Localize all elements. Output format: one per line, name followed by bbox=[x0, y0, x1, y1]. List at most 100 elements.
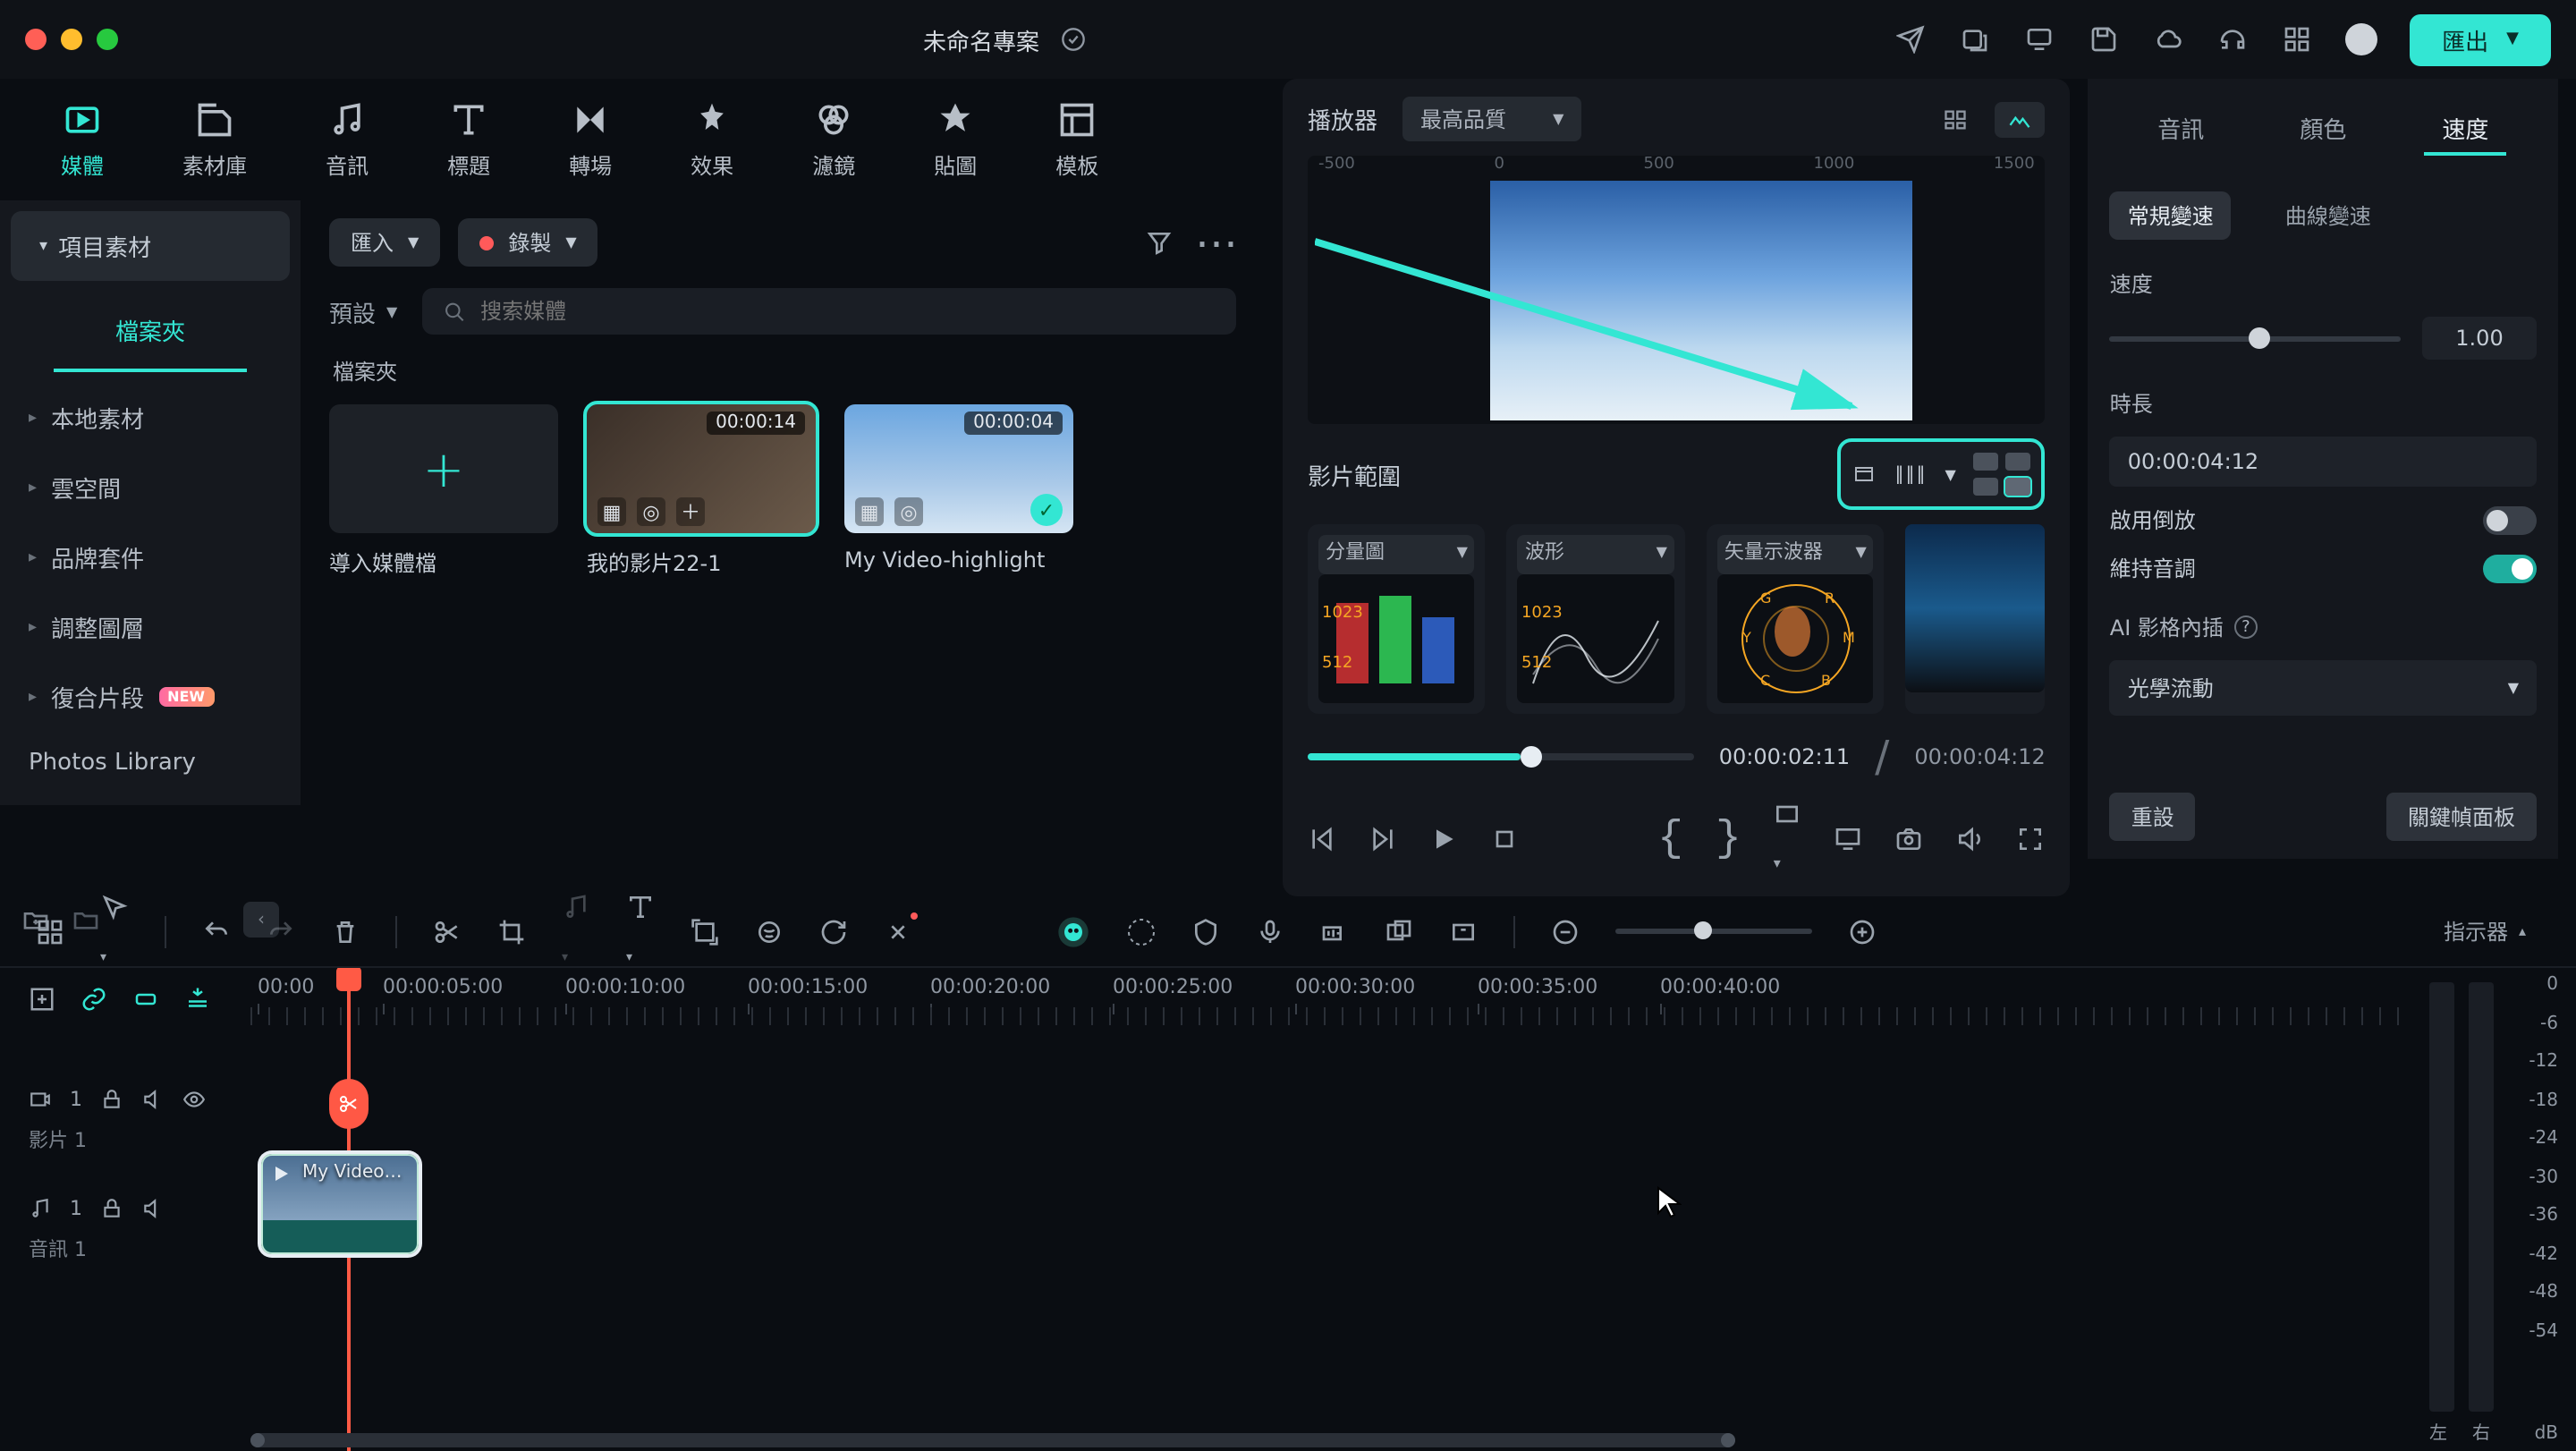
text-tool-icon[interactable]: ▾ bbox=[626, 892, 655, 971]
mask-tool-icon[interactable] bbox=[755, 917, 784, 946]
tab-media[interactable]: 媒體 bbox=[61, 99, 104, 180]
tile-clip-1[interactable]: 00:00:14 ▦◎＋ 我的影片22-1 bbox=[587, 404, 816, 578]
zoom-out-icon[interactable] bbox=[1551, 917, 1580, 946]
music-tool-icon[interactable]: ▾ bbox=[562, 892, 590, 971]
add-icon[interactable]: ＋ bbox=[676, 497, 705, 526]
lock-track-icon[interactable] bbox=[100, 1088, 123, 1111]
tab-template[interactable]: 模板 bbox=[1055, 99, 1098, 180]
zoom-slider[interactable] bbox=[1615, 929, 1812, 934]
ai-interp-select[interactable]: 光學流動▼ bbox=[2110, 660, 2537, 716]
maximize-window[interactable] bbox=[97, 29, 118, 50]
sidebar-item-brand[interactable]: ▸品牌套件 bbox=[0, 522, 301, 592]
tab-title[interactable]: 標題 bbox=[447, 99, 490, 180]
subtab-normal-speed[interactable]: 常規變速 bbox=[2110, 191, 2232, 240]
reverse-switch[interactable] bbox=[2483, 505, 2537, 534]
scope-extra[interactable] bbox=[1906, 524, 2046, 714]
volume-icon[interactable] bbox=[1956, 825, 1985, 853]
shield-icon[interactable] bbox=[1191, 917, 1220, 946]
sidebar-item-adjustment[interactable]: ▸調整圖層 bbox=[0, 592, 301, 662]
mute-audio-icon[interactable] bbox=[141, 1197, 165, 1220]
rotate-tool-icon[interactable] bbox=[819, 917, 848, 946]
scope-parade[interactable]: 分量圖▼ 1023512 bbox=[1308, 524, 1486, 714]
sidebar-item-cloud[interactable]: ▸雲空間 bbox=[0, 453, 301, 522]
visibility-icon[interactable] bbox=[182, 1088, 206, 1111]
timeline-scrollbar[interactable] bbox=[250, 1433, 2082, 1447]
reset-button[interactable]: 重設 bbox=[2110, 793, 2196, 841]
fullscreen-icon[interactable] bbox=[2017, 825, 2046, 853]
tile-import[interactable]: + 導入媒體檔 bbox=[329, 404, 558, 578]
sidebar-project-material[interactable]: ▾項目素材 bbox=[11, 211, 290, 281]
sidebar-item-photos[interactable]: Photos Library bbox=[0, 732, 301, 794]
close-window[interactable] bbox=[25, 29, 47, 50]
apps-icon[interactable] bbox=[2281, 23, 2313, 55]
save-icon[interactable] bbox=[2088, 23, 2120, 55]
duration-field[interactable]: 00:00:04:12 bbox=[2110, 437, 2537, 487]
sidebar-tab-folder[interactable]: 檔案夾 bbox=[54, 292, 247, 372]
scopes-toggle-icon[interactable] bbox=[1996, 101, 2046, 137]
tab-effect[interactable]: 效果 bbox=[691, 99, 733, 180]
nest-icon[interactable] bbox=[1385, 917, 1413, 946]
tab-sticker[interactable]: 貼圖 bbox=[934, 99, 977, 180]
inspector-tab-color[interactable]: 顏色 bbox=[2282, 104, 2364, 156]
tab-audio[interactable]: 音訊 bbox=[326, 99, 369, 180]
layout-1[interactable] bbox=[1974, 453, 1999, 471]
mark-out-icon[interactable]: } bbox=[1716, 815, 1741, 863]
link-icon[interactable] bbox=[80, 986, 107, 1013]
inspector-tab-speed[interactable]: 速度 bbox=[2424, 104, 2506, 156]
keyframe-panel-button[interactable]: 關鍵幀面板 bbox=[2386, 793, 2537, 841]
aspect-icon[interactable] bbox=[1449, 917, 1478, 946]
record-dropdown[interactable]: 錄製▼ bbox=[458, 218, 597, 267]
unlink-icon[interactable] bbox=[132, 986, 159, 1013]
filter-icon[interactable] bbox=[1140, 223, 1179, 262]
quality-dropdown[interactable]: 最高品質▼ bbox=[1402, 97, 1581, 141]
preview-viewport[interactable]: -500050010001500 bbox=[1308, 156, 2046, 424]
color-wheel-icon[interactable] bbox=[1127, 917, 1156, 946]
snapshot-icon[interactable] bbox=[1895, 825, 1924, 853]
layout-2[interactable] bbox=[2006, 453, 2031, 471]
inspector-tab-audio[interactable]: 音訊 bbox=[2140, 104, 2222, 156]
delete-icon[interactable] bbox=[331, 917, 360, 946]
crop-icon[interactable] bbox=[497, 917, 526, 946]
import-dropdown[interactable]: 匯入▼ bbox=[329, 218, 440, 267]
split-icon[interactable] bbox=[433, 917, 462, 946]
seek-slider[interactable] bbox=[1308, 753, 1694, 760]
timeline-clip[interactable]: My Video… bbox=[261, 1154, 419, 1254]
more-icon[interactable]: ⋯ bbox=[1197, 223, 1236, 262]
prev-frame-icon[interactable] bbox=[1308, 825, 1336, 853]
scope-vectorscope[interactable]: 矢量示波器▼ RMBCYG bbox=[1707, 524, 1885, 714]
layout-3[interactable] bbox=[1974, 478, 1999, 496]
minimize-window[interactable] bbox=[61, 29, 82, 50]
undo-icon[interactable] bbox=[202, 917, 231, 946]
redo-icon[interactable] bbox=[267, 917, 295, 946]
more-tools-icon[interactable] bbox=[884, 917, 912, 946]
speed-slider[interactable] bbox=[2110, 335, 2401, 341]
layout-grid-icon[interactable] bbox=[1931, 101, 1981, 137]
speed-value[interactable]: 1.00 bbox=[2422, 317, 2537, 360]
pitch-switch[interactable] bbox=[2483, 554, 2537, 582]
lock-audio-icon[interactable] bbox=[100, 1197, 123, 1220]
scope-layout-picker[interactable]: ‖‖‖ ▼ bbox=[1837, 438, 2045, 510]
marker-timeline-icon[interactable] bbox=[184, 986, 211, 1013]
headphones-icon[interactable] bbox=[2216, 23, 2249, 55]
indicator-button[interactable]: 指示器▴ bbox=[2429, 909, 2540, 954]
zoom-in-icon[interactable] bbox=[1848, 917, 1877, 946]
tile-clip-2[interactable]: 00:00:04 ▦◎ ✓ My Video-highlight bbox=[844, 404, 1073, 578]
avatar[interactable] bbox=[2345, 23, 2377, 55]
track-audio-icon[interactable] bbox=[1320, 917, 1349, 946]
monitor-icon[interactable] bbox=[2023, 23, 2055, 55]
subtab-curve-speed[interactable]: 曲線變速 bbox=[2267, 191, 2389, 240]
sort-preset[interactable]: 預設▼ bbox=[329, 294, 397, 328]
tab-stock[interactable]: 素材庫 bbox=[182, 99, 247, 180]
media-add-icon[interactable] bbox=[1959, 23, 1991, 55]
resize-tool-icon[interactable] bbox=[691, 917, 719, 946]
select-tool-icon[interactable]: ▾ bbox=[100, 892, 129, 971]
send-icon[interactable] bbox=[1894, 23, 1927, 55]
play-skip-icon[interactable] bbox=[1368, 825, 1397, 853]
mic-icon[interactable] bbox=[1256, 917, 1284, 946]
sidebar-item-local[interactable]: ▸本地素材 bbox=[0, 383, 301, 453]
play-icon[interactable] bbox=[1429, 825, 1458, 853]
export-button[interactable]: 匯出 ▼ bbox=[2410, 13, 2551, 65]
mark-in-icon[interactable]: { bbox=[1657, 815, 1683, 863]
help-icon[interactable]: ? bbox=[2234, 615, 2258, 639]
cloud-icon[interactable] bbox=[2152, 23, 2184, 55]
